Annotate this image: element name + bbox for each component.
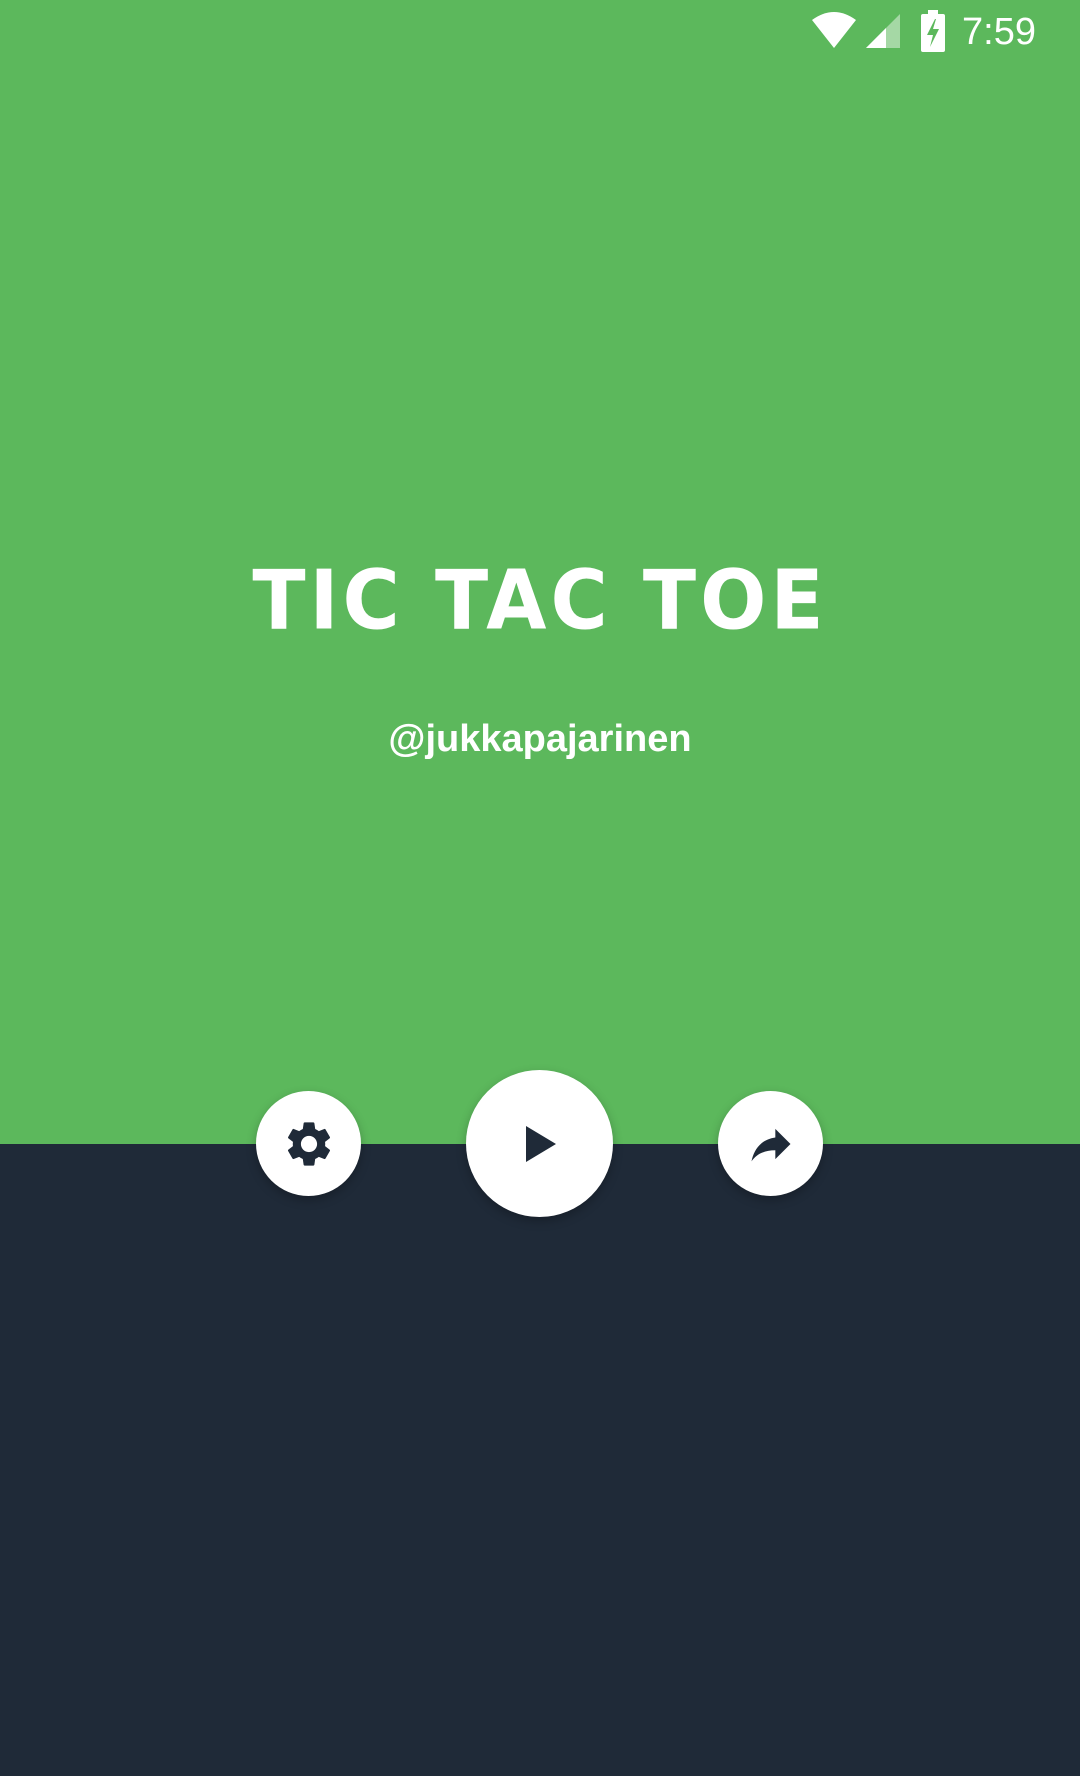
play-icon [520,1122,560,1166]
author-handle: @jukkapajarinen [388,718,692,760]
status-time: 7:59 [962,11,1036,53]
bottom-panel [0,1144,1080,1776]
wifi-icon [810,10,858,50]
share-button[interactable] [718,1091,823,1196]
gear-icon [282,1117,336,1171]
share-arrow-icon [745,1118,797,1170]
status-bar: 7:59 [0,0,1080,64]
play-button[interactable] [466,1070,613,1217]
battery-charging-icon [920,10,946,52]
settings-button[interactable] [256,1091,361,1196]
app-title: TIC TAC TOE [252,553,828,649]
cell-signal-icon [864,12,902,50]
